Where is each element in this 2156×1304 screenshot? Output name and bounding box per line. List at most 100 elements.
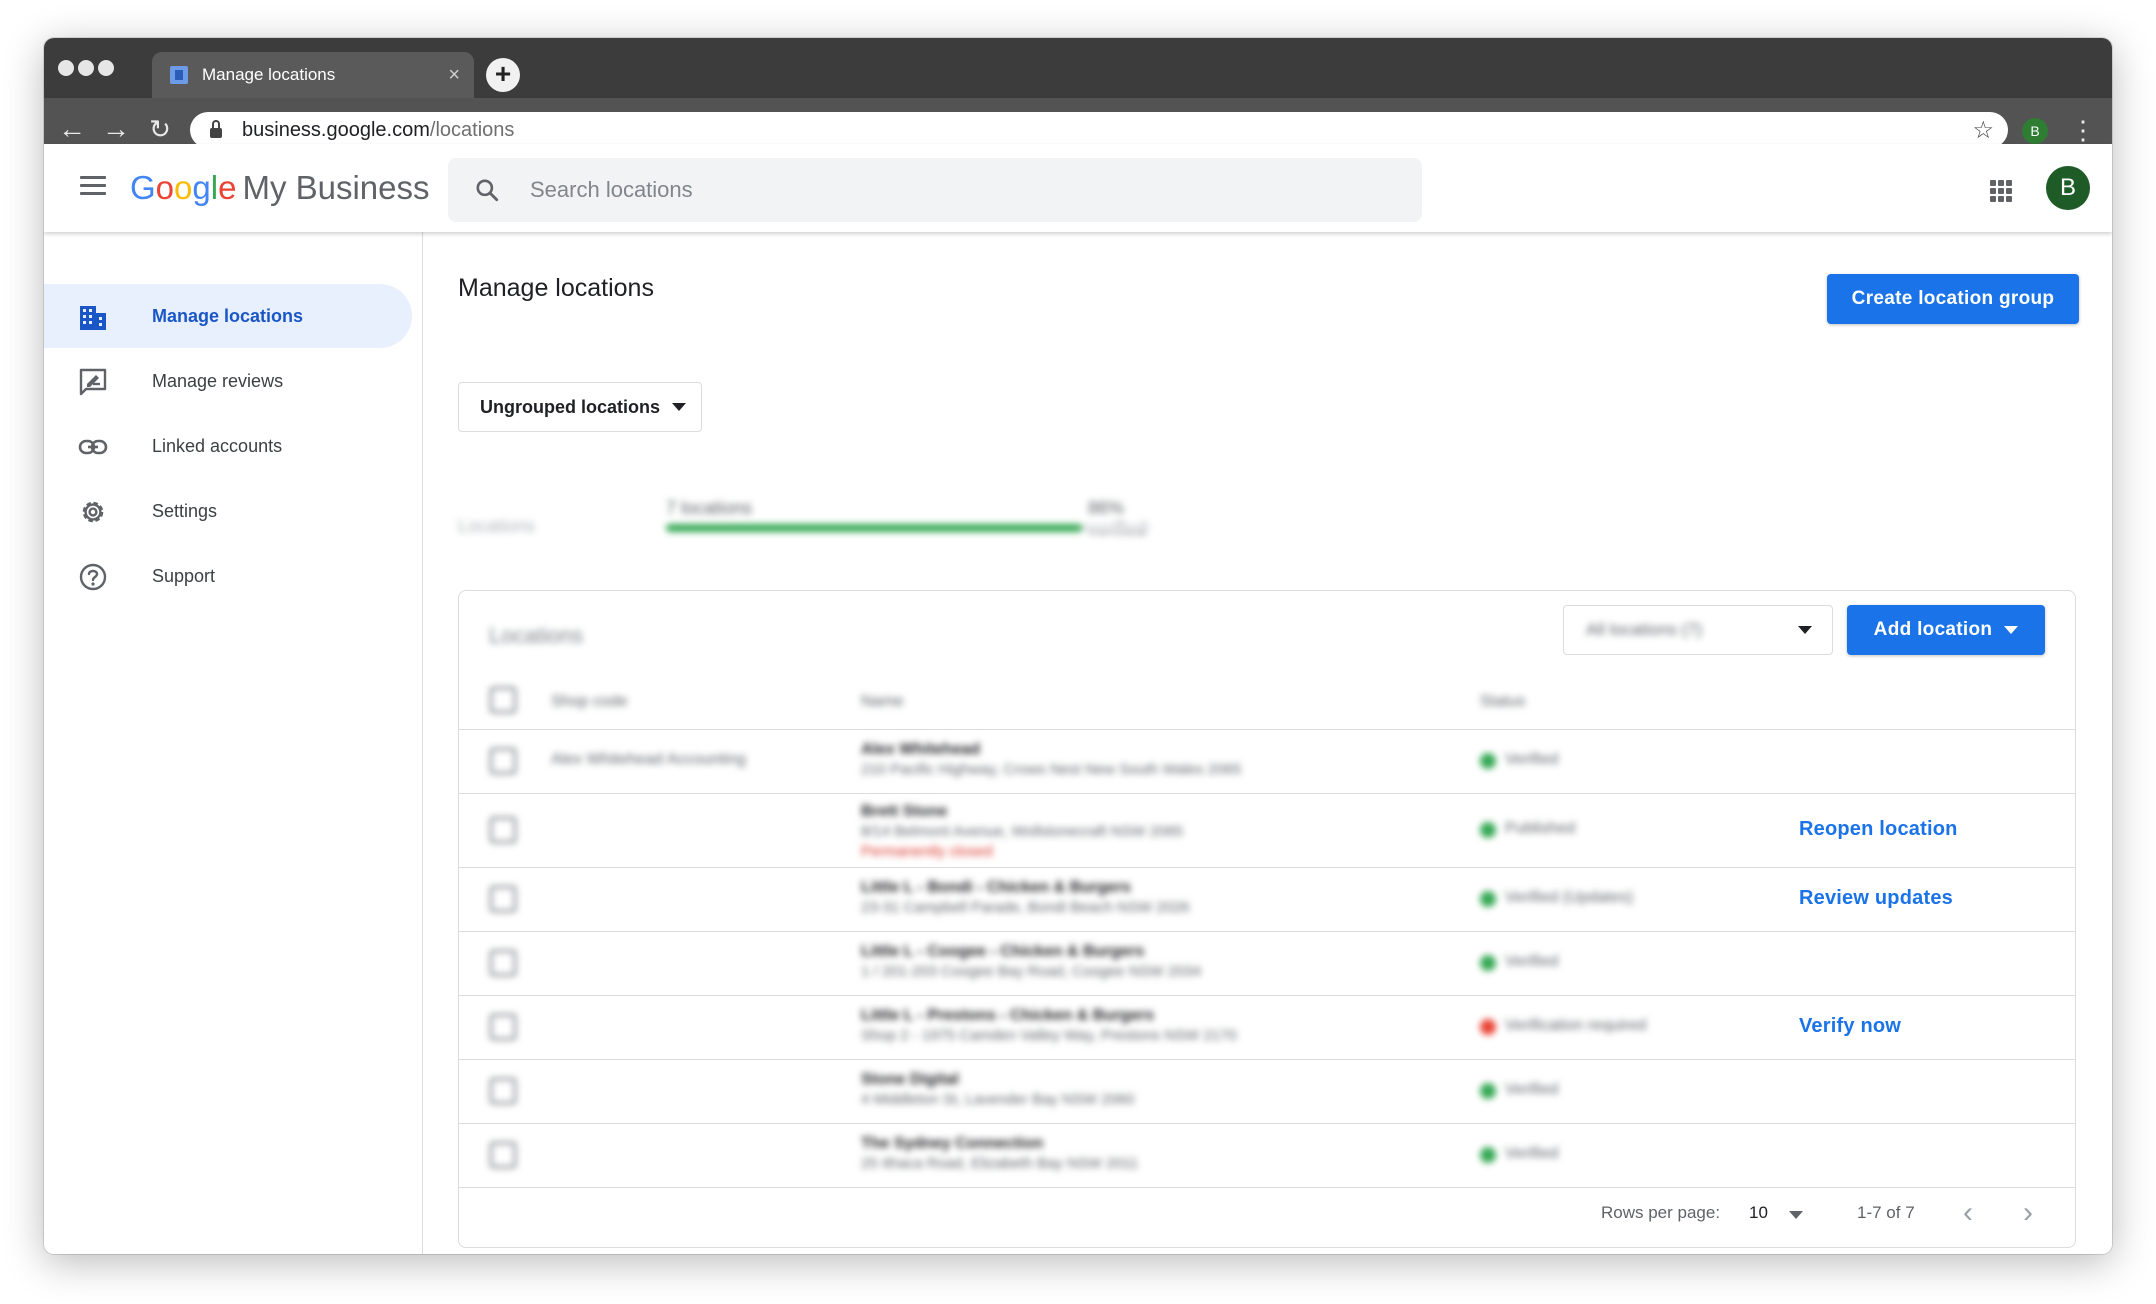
location-address: 210 Pacific Highway, Crows Nest New Sout… — [861, 761, 1242, 778]
location-address: 23-31 Campbell Parade, Bondi Beach NSW 2… — [861, 899, 1190, 916]
status-dot-icon — [1480, 822, 1496, 838]
lock-icon — [210, 120, 222, 138]
table-row[interactable]: Little L - Coogee - Chicken & Burgers 1 /… — [459, 931, 2075, 996]
location-name[interactable]: Alex Whitehead — [861, 741, 980, 759]
table-row[interactable]: Little L - Bondi - Chicken & Burgers 23-3… — [459, 867, 2075, 932]
location-name[interactable]: The Sydney Connection — [861, 1135, 1043, 1153]
address-bar[interactable]: business.google.com/locations ☆ — [190, 112, 2008, 148]
browser-tab[interactable]: Manage locations × — [152, 52, 474, 98]
chevron-down-icon — [672, 403, 686, 411]
chevron-down-icon — [2004, 626, 2019, 634]
sidebar-item-linked-accounts[interactable]: Linked accounts — [44, 414, 412, 478]
status-dot-icon — [1480, 1083, 1496, 1099]
row-action-link[interactable]: Reopen location — [1799, 818, 1958, 841]
row-checkbox[interactable] — [490, 1014, 516, 1040]
status-dot-icon — [1480, 955, 1496, 971]
location-name[interactable]: Little L - Bondi - Chicken & Burgers — [861, 879, 1131, 897]
add-location-label: Add location — [1873, 619, 1993, 640]
status-dot-icon — [1480, 1019, 1496, 1035]
apps-grid-icon[interactable] — [1990, 180, 2012, 202]
product-name: My Business — [242, 169, 430, 206]
table-row[interactable]: Little L - Prestons - Chicken & Burgers S… — [459, 995, 2075, 1060]
locations-card: Locations All locations (7) Add location… — [458, 590, 2076, 1248]
location-name[interactable]: Stone Digital — [861, 1071, 959, 1089]
row-checkbox[interactable] — [490, 886, 516, 912]
locations-card-title: Locations — [489, 623, 584, 648]
url-host: business.google.com — [242, 118, 430, 141]
closed-label: Permanently closed — [861, 843, 993, 860]
stats-label: Locations — [458, 516, 536, 536]
location-group-dropdown-label: Ungrouped locations — [480, 396, 660, 417]
browser-profile-avatar[interactable]: B — [2022, 118, 2048, 144]
row-checkbox[interactable] — [490, 1078, 516, 1104]
sidebar-item-manage-locations[interactable]: Manage locations — [44, 284, 412, 348]
location-name[interactable]: Little L - Coogee - Chicken & Burgers — [861, 943, 1144, 961]
help-icon — [78, 562, 108, 592]
row-checkbox[interactable] — [490, 1142, 516, 1168]
tab-close-icon[interactable]: × — [448, 64, 460, 87]
chevron-down-icon — [1798, 626, 1812, 634]
create-location-group-button[interactable]: Create location group — [1827, 274, 2079, 324]
status-dot-icon — [1480, 891, 1496, 907]
sidebar-item-label: Linked accounts — [152, 435, 283, 456]
status-text: Verified (Updates) — [1505, 889, 1634, 906]
location-filter-dropdown[interactable]: All locations (7) — [1563, 605, 1833, 655]
status-text: Verification required — [1505, 1017, 1647, 1034]
sidebar-item-settings[interactable]: Settings — [44, 479, 412, 543]
location-address: 8/14 Belmont Avenue, Wollstonecraft NSW … — [861, 823, 1184, 840]
table-row[interactable]: Stone Digital 4 Middleton St, Lavender Ba… — [459, 1059, 2075, 1124]
table-header: Shop code Name Status — [459, 675, 2075, 730]
pagination-range: 1-7 of 7 — [1857, 1203, 1915, 1222]
location-group-dropdown[interactable]: Ungrouped locations — [458, 382, 702, 432]
window-close-dot[interactable] — [58, 60, 74, 76]
verified-percentage: 86% verified — [1088, 498, 1146, 539]
sidebar: Manage locations Manage reviews Linked a… — [44, 232, 423, 1254]
gear-icon — [78, 497, 108, 527]
location-count: 7 locations — [666, 498, 753, 518]
new-tab-button[interactable]: + — [486, 58, 520, 92]
status-text: Verified — [1505, 751, 1559, 768]
row-checkbox[interactable] — [490, 817, 516, 843]
row-checkbox[interactable] — [490, 748, 516, 774]
location-name[interactable]: Brett Stone — [861, 803, 947, 821]
sidebar-item-label: Manage locations — [152, 305, 304, 326]
location-address: Shop 2 - 1975 Camden Valley Way, Preston… — [861, 1027, 1237, 1044]
verification-stats: Locations 7 locations 86% verified — [458, 498, 1158, 564]
window-minimize-dot[interactable] — [78, 60, 94, 76]
location-name[interactable]: Little L - Prestons - Chicken & Burgers — [861, 1007, 1154, 1025]
search-input[interactable] — [528, 176, 1332, 204]
rows-per-page-label: Rows per page: — [1601, 1203, 1721, 1222]
rows-per-page-select[interactable]: 10 — [1749, 1203, 1768, 1223]
verification-progress-bar — [666, 524, 1150, 532]
table-row[interactable]: Brett Stone 8/14 Belmont Avenue, Wollston… — [459, 793, 2075, 868]
column-header-store-code[interactable]: Shop code — [551, 693, 628, 711]
row-action-link[interactable]: Verify now — [1799, 1015, 1901, 1038]
next-page-icon[interactable]: › — [2023, 1195, 2033, 1231]
store-code: Alex Whitehead Accounting — [551, 751, 746, 768]
column-header-name[interactable]: Name — [861, 693, 904, 711]
app-header: GoogleMy Business B — [44, 144, 2112, 232]
column-header-status[interactable]: Status — [1480, 693, 1525, 711]
hamburger-menu-icon[interactable] — [80, 176, 106, 196]
table-row[interactable]: The Sydney Connection 25 Ithaca Road, Eli… — [459, 1123, 2075, 1188]
google-my-business-logo[interactable]: Google My Business — [130, 164, 430, 212]
window-zoom-dot[interactable] — [98, 60, 114, 76]
sidebar-item-support[interactable]: Support — [44, 544, 412, 608]
bookmark-star-icon[interactable]: ☆ — [1972, 116, 1994, 145]
row-checkbox[interactable] — [490, 950, 516, 976]
location-address: 25 Ithaca Road, Elizabeth Bay NSW 2011 — [861, 1155, 1139, 1172]
previous-page-icon[interactable]: ‹ — [1963, 1195, 1973, 1231]
table-row[interactable]: Alex Whitehead Accounting Alex Whitehead 2… — [459, 729, 2075, 794]
rows-per-page-chevron-icon[interactable] — [1789, 1211, 1803, 1219]
location-filter-label: All locations (7) — [1586, 620, 1703, 639]
row-action-link[interactable]: Review updates — [1799, 887, 1953, 910]
status-text: Published — [1505, 820, 1576, 837]
search-bar[interactable] — [448, 158, 1422, 222]
status-dot-icon — [1480, 1147, 1496, 1163]
sidebar-item-manage-reviews[interactable]: Manage reviews — [44, 349, 412, 413]
gmb-favicon-icon — [170, 66, 188, 84]
account-avatar[interactable]: B — [2046, 166, 2090, 210]
select-all-checkbox[interactable] — [490, 687, 516, 713]
building-icon — [78, 302, 108, 332]
add-location-button[interactable]: Add location — [1847, 605, 2045, 655]
